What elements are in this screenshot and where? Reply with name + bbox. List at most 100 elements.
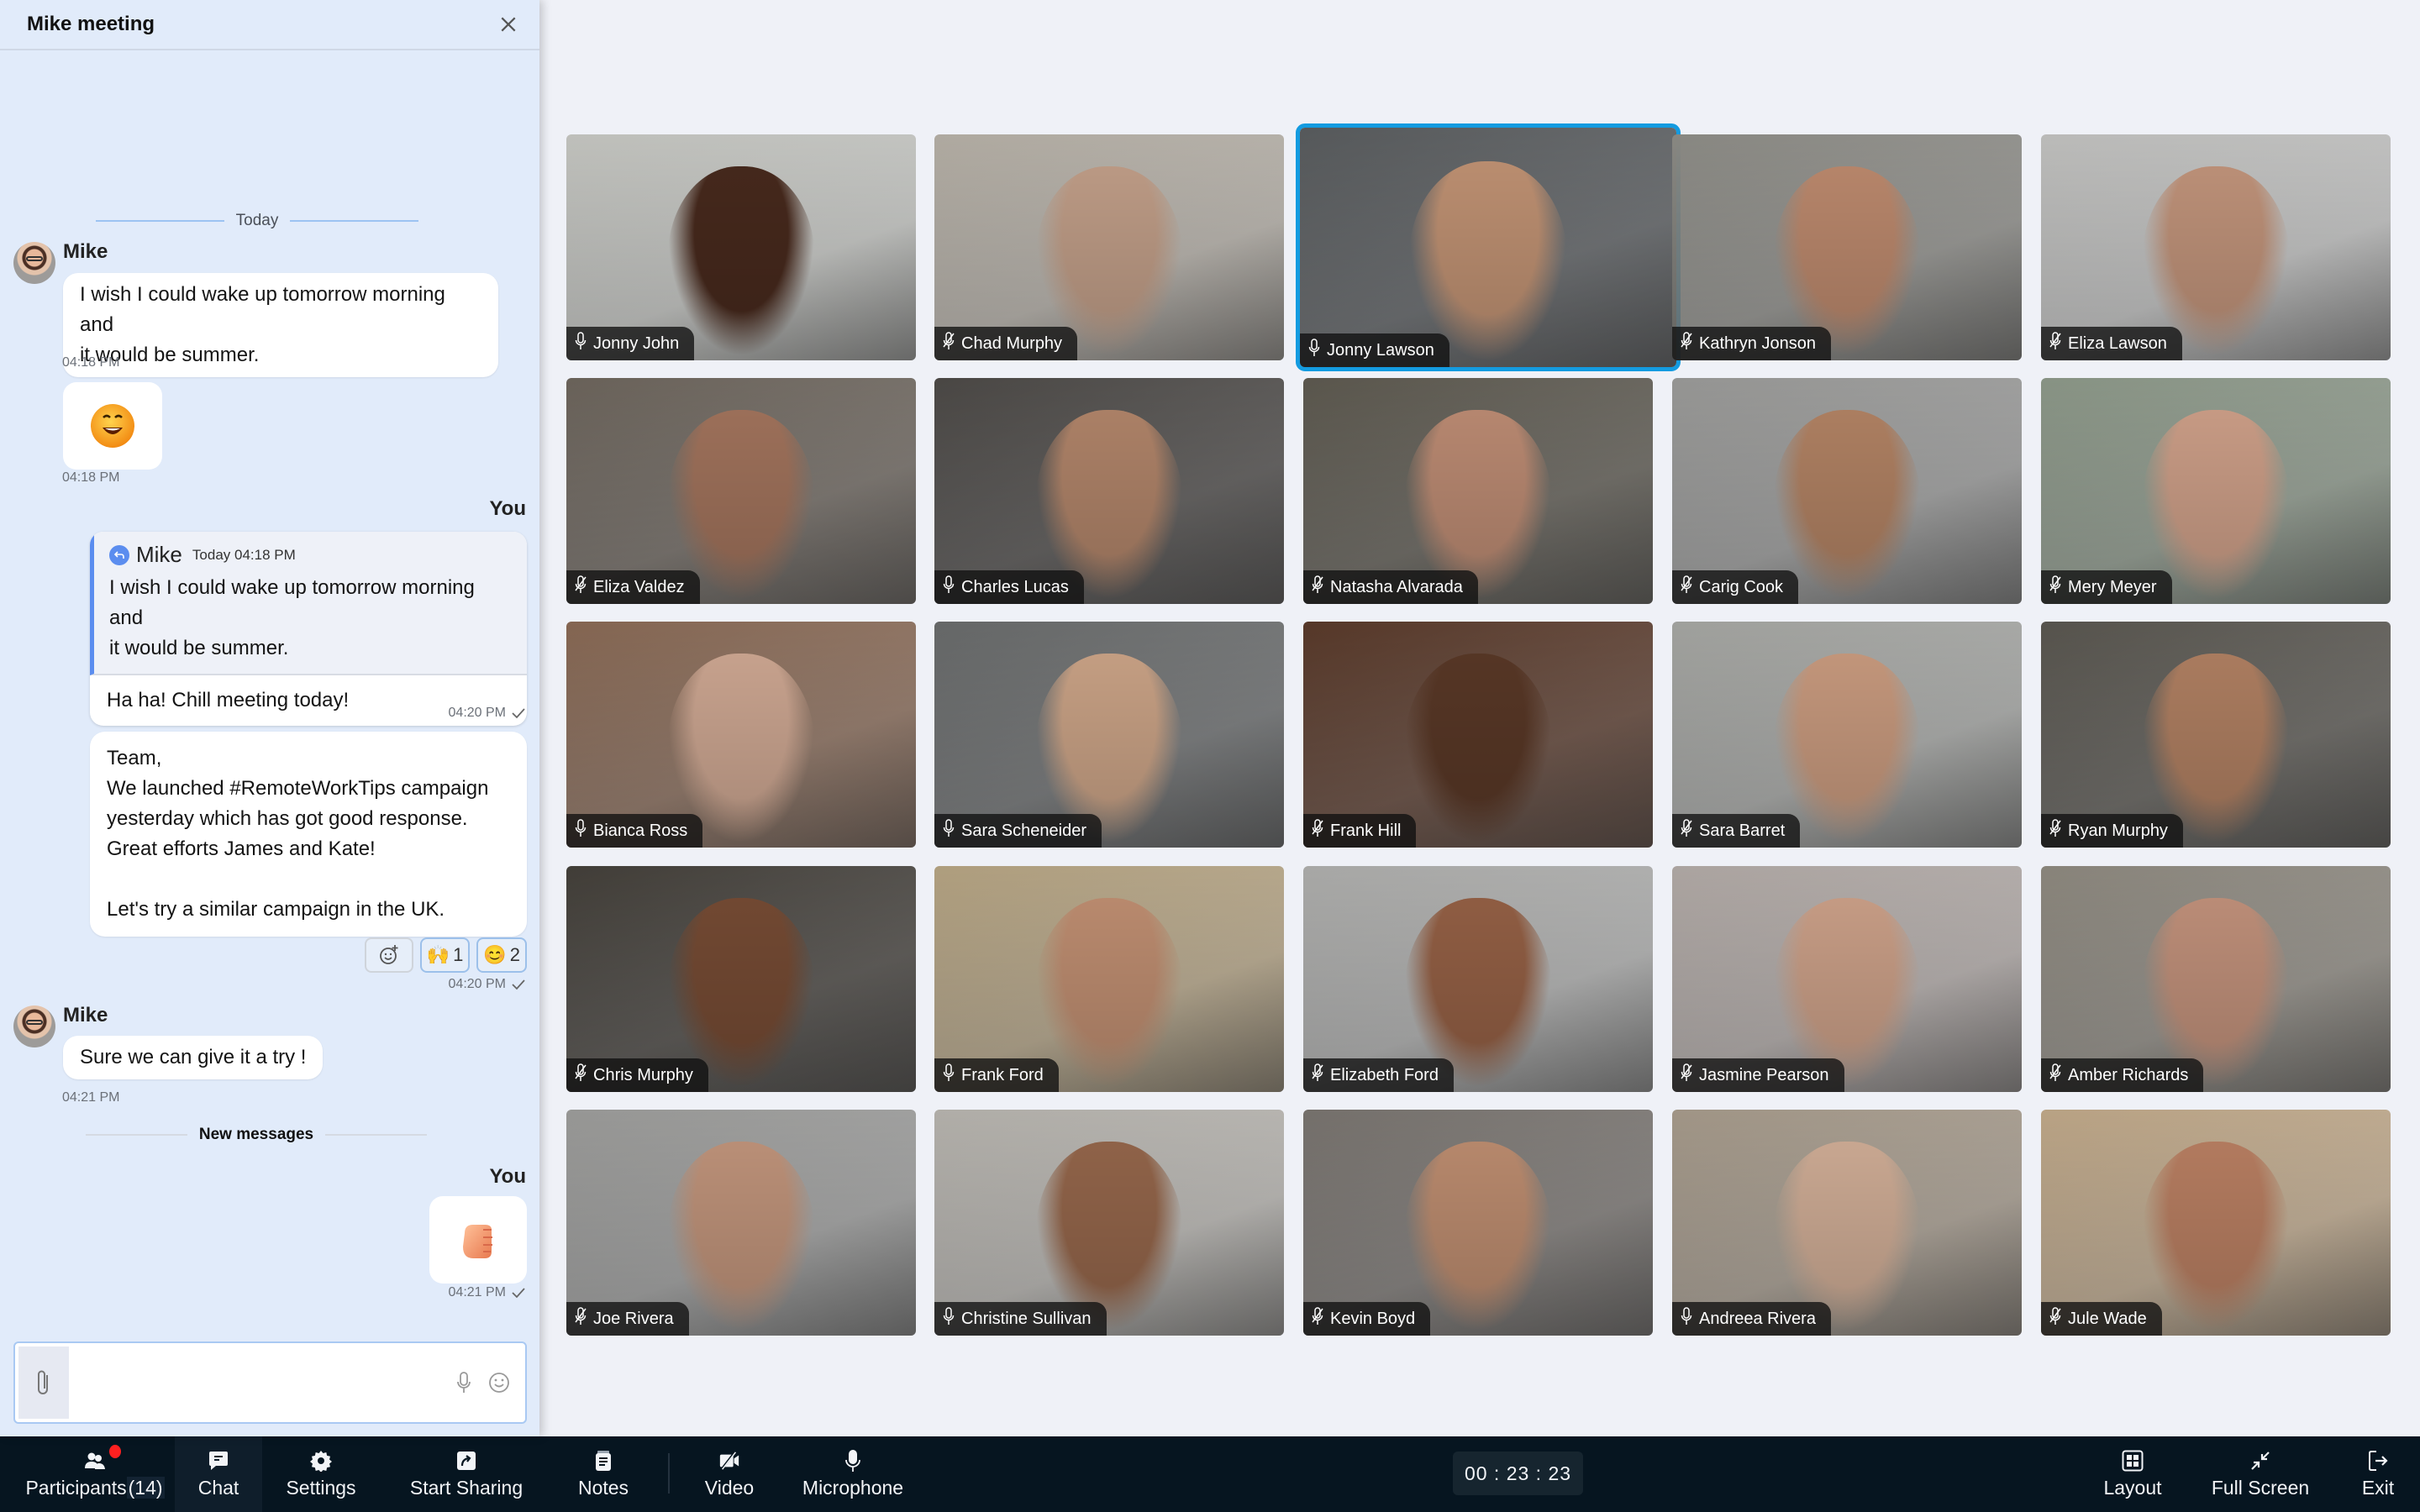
chat-header: Mike meeting	[0, 0, 539, 50]
notes-button[interactable]: Notes	[565, 1436, 642, 1512]
reaction-smile[interactable]: 😊 2	[476, 937, 527, 973]
participant-tile-andreea-rivera[interactable]: Andreea Rivera	[1672, 1110, 2022, 1336]
avatar-mike[interactable]	[13, 242, 55, 284]
participant-tile-jule-wade[interactable]: Jule Wade	[2041, 1110, 2391, 1336]
participant-tile-christine-sullivan[interactable]: Christine Sullivan	[934, 1110, 1284, 1336]
quoted-message[interactable]: Mike Today 04:18 PM I wish I could wake …	[90, 532, 527, 675]
add-reaction-button[interactable]	[364, 937, 413, 973]
participant-tile-ryan-murphy[interactable]: Ryan Murphy	[2041, 622, 2391, 848]
message-author: You	[489, 1165, 526, 1188]
participant-name: Natasha Alvarada	[1330, 577, 1463, 596]
participants-video-grid: Jonny John Chad Murphy Jonny Lawson Kath…	[566, 123, 2393, 1336]
close-chat-button[interactable]	[496, 12, 521, 37]
participant-name-tag: Chris Murphy	[566, 1058, 708, 1092]
date-divider-label: Today	[235, 212, 279, 229]
sticker-message[interactable]	[429, 1196, 527, 1284]
participant-name-tag: Kevin Boyd	[1303, 1302, 1431, 1336]
participant-name: Jasmine Pearson	[1699, 1065, 1829, 1084]
sent-check-icon	[512, 708, 525, 719]
participant-name-tag: Chad Murphy	[934, 327, 1078, 360]
start-sharing-button[interactable]: Start Sharing	[399, 1436, 534, 1512]
participant-name: Jule Wade	[2068, 1309, 2147, 1328]
participant-name: Bianca Ross	[593, 821, 688, 840]
participant-tile-natasha-alvarada[interactable]: Natasha Alvarada	[1303, 378, 1653, 604]
message-time: 04:20 PM	[449, 706, 526, 721]
message-text-line	[107, 864, 510, 895]
grid-layout-icon	[2122, 1450, 2144, 1471]
microphone-muted-icon	[2049, 575, 2061, 593]
close-icon	[501, 17, 516, 32]
participant-name-tag: Elizabeth Ford	[1303, 1058, 1454, 1092]
participant-name: Chris Murphy	[593, 1065, 693, 1084]
microphone-muted-icon	[575, 1307, 587, 1325]
participant-tile-sara-barret[interactable]: Sara Barret	[1672, 622, 2022, 848]
participant-name: Sara Scheneider	[961, 821, 1086, 840]
reaction-raised-hands[interactable]: 🙌 1	[419, 937, 471, 973]
participant-name-tag: Bianca Ross	[566, 814, 703, 848]
participant-name-tag: Sara Barret	[1672, 814, 1801, 848]
participant-tile-bianca-ross[interactable]: Bianca Ross	[566, 622, 916, 848]
participant-name: Amber Richards	[2068, 1065, 2189, 1084]
message-text-line: Great efforts James and Kate!	[107, 837, 376, 860]
participant-tile-chad-murphy[interactable]: Chad Murphy	[934, 134, 1284, 360]
full-screen-button[interactable]: Full Screen	[2204, 1436, 2317, 1512]
participant-name: Kevin Boyd	[1330, 1309, 1416, 1328]
emoji-picker-button[interactable]	[487, 1370, 512, 1395]
participants-label: Participants	[25, 1476, 127, 1499]
notes-label: Notes	[577, 1476, 629, 1499]
message-time-text: 04:20 PM	[448, 706, 506, 720]
participant-tile-chris-murphy[interactable]: Chris Murphy	[566, 866, 916, 1092]
message-author: Mike	[63, 1004, 108, 1026]
layout-button[interactable]: Layout	[2091, 1436, 2175, 1512]
meeting-timer: 00 : 23 : 23	[1453, 1452, 1583, 1495]
participant-name: Chad Murphy	[961, 333, 1063, 353]
microphone-icon	[1681, 1307, 1692, 1325]
exit-button[interactable]: Exit	[2353, 1436, 2403, 1512]
participant-tile-kathryn-jonson[interactable]: Kathryn Jonson	[1672, 134, 2022, 360]
message-time: 04:18 PM	[62, 355, 120, 370]
participant-tile-frank-ford[interactable]: Frank Ford	[934, 866, 1284, 1092]
chat-label: Chat	[197, 1476, 239, 1499]
participant-name-tag: Frank Hill	[1303, 814, 1417, 848]
participant-tile-joe-rivera[interactable]: Joe Rivera	[566, 1110, 916, 1336]
voice-message-button[interactable]	[451, 1370, 476, 1395]
message-text-line: yesterday which has got good response.	[107, 807, 468, 830]
participant-tile-kevin-boyd[interactable]: Kevin Boyd	[1303, 1110, 1653, 1336]
avatar-mike[interactable]	[13, 1005, 55, 1047]
participant-name: Charles Lucas	[961, 577, 1069, 596]
message-bubble: Sure we can give it a try !	[63, 1036, 324, 1079]
microphone-icon	[457, 1372, 471, 1393]
chat-button[interactable]: Chat	[175, 1436, 262, 1512]
participant-tile-charles-lucas[interactable]: Charles Lucas	[934, 378, 1284, 604]
participant-name-tag: Carig Cook	[1672, 570, 1799, 604]
microphone-toggle-button[interactable]: Microphone	[792, 1436, 914, 1512]
participant-name-tag: Jonny Lawson	[1300, 333, 1449, 367]
attach-button[interactable]	[18, 1347, 69, 1419]
message-time-text: 04:21 PM	[448, 1285, 506, 1299]
microphone-icon	[1308, 339, 1320, 356]
participant-tile-jonny-john[interactable]: Jonny John	[566, 134, 916, 360]
participant-tile-elizabeth-ford[interactable]: Elizabeth Ford	[1303, 866, 1653, 1092]
participant-tile-carig-cook[interactable]: Carig Cook	[1672, 378, 2022, 604]
laughing-face-sticker-icon	[91, 404, 134, 448]
participant-tile-amber-richards[interactable]: Amber Richards	[2041, 866, 2391, 1092]
settings-button[interactable]: Settings	[274, 1436, 368, 1512]
message-input[interactable]	[72, 1343, 451, 1422]
date-divider: Today	[96, 212, 419, 230]
participant-tile-sara-scheneider[interactable]: Sara Scheneider	[934, 622, 1284, 848]
video-toggle-button[interactable]: Video	[694, 1436, 765, 1512]
message-time: 04:21 PM	[449, 1285, 526, 1300]
participant-tile-frank-hill[interactable]: Frank Hill	[1303, 622, 1653, 848]
participant-tile-eliza-valdez[interactable]: Eliza Valdez	[566, 378, 916, 604]
exit-icon	[2369, 1450, 2388, 1471]
participant-tile-eliza-lawson[interactable]: Eliza Lawson	[2041, 134, 2391, 360]
add-reaction-icon	[379, 945, 398, 964]
notes-icon	[596, 1450, 611, 1471]
participant-name: Jonny Lawson	[1327, 340, 1434, 360]
participant-tile-jasmine-pearson[interactable]: Jasmine Pearson	[1672, 866, 2022, 1092]
participant-tile-mery-meyer[interactable]: Mery Meyer	[2041, 378, 2391, 604]
participant-tile-jonny-lawson[interactable]: Jonny Lawson	[1296, 123, 1681, 371]
sent-check-icon	[512, 979, 525, 990]
sticker-message[interactable]	[63, 382, 162, 470]
participants-button[interactable]: Participants(14)	[15, 1436, 175, 1512]
